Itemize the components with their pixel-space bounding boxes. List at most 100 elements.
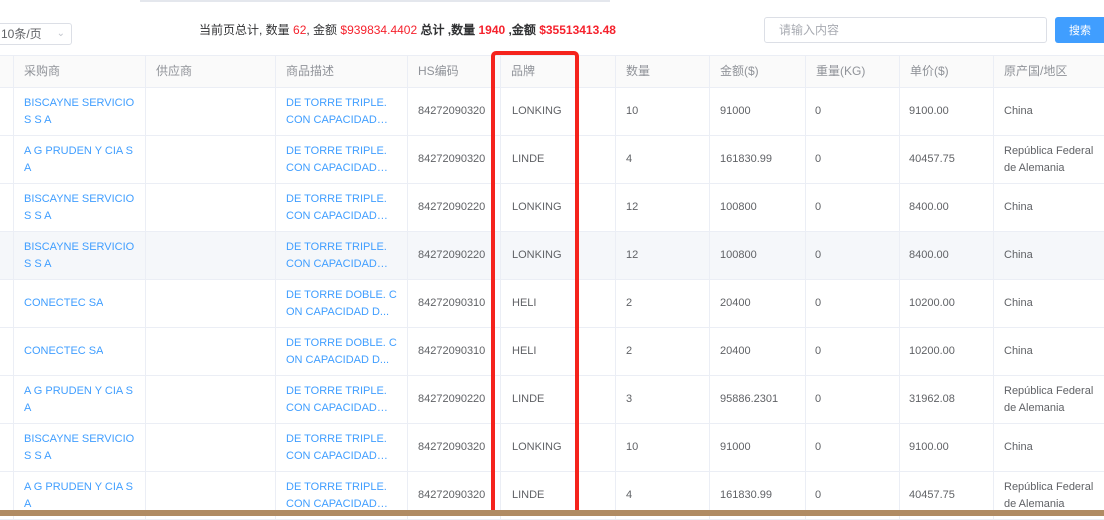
description-text[interactable]: DE TORRE TRIPLE. CON CAPACIDAD D...	[286, 431, 397, 465]
hs-code-cell: 84272090320	[408, 424, 501, 471]
buyer-link[interactable]: A G PRUDEN Y CIA S A	[14, 376, 146, 423]
results-table: 采购商 供应商 商品描述 HS编码 品牌 数量 金额($) 重量(KG) 单价(…	[0, 55, 1104, 520]
buyer-link[interactable]: BISCAYNE SERVICIOS S A	[14, 184, 146, 231]
table-header-row: 采购商 供应商 商品描述 HS编码 品牌 数量 金额($) 重量(KG) 单价(…	[0, 56, 1104, 88]
supplier-cell	[146, 376, 276, 423]
buyer-link[interactable]: CONECTEC SA	[14, 280, 146, 327]
buyer-text[interactable]: BISCAYNE SERVICIOS S A	[24, 191, 135, 225]
origin-cell: China	[1004, 249, 1033, 261]
header-brand[interactable]: 品牌	[501, 56, 616, 87]
amount-cell: 95886.2301	[710, 376, 806, 423]
description-link[interactable]: DE TORRE DOBLE. CON CAPACIDAD D...	[276, 328, 408, 375]
summary-page-qty: 62	[293, 23, 307, 37]
page-size-select[interactable]: 10条/页 ⌄	[0, 23, 72, 45]
description-text[interactable]: DE TORRE TRIPLE. CON CAPACIDAD D...	[286, 239, 397, 273]
search-input[interactable]	[764, 17, 1047, 43]
weight-cell: 0	[806, 184, 900, 231]
buyer-text[interactable]: A G PRUDEN Y CIA S A	[24, 479, 135, 513]
hs-code-cell: 84272090220	[408, 184, 501, 231]
description-link[interactable]: DE TORRE TRIPLE. CON CAPACIDAD D...	[276, 424, 408, 471]
weight-cell: 0	[806, 328, 900, 375]
description-text[interactable]: DE TORRE TRIPLE. CON CAPACIDAD D...	[286, 191, 397, 225]
header-amount[interactable]: 金额($)	[710, 56, 806, 87]
unit-price-cell: 31962.08	[900, 376, 994, 423]
header-weight[interactable]: 重量(KG)	[806, 56, 900, 87]
search-button[interactable]: 搜索	[1055, 17, 1104, 43]
hs-code-cell: 84272090320	[408, 88, 501, 135]
buyer-link[interactable]: CONECTEC SA	[14, 328, 146, 375]
header-unit-price[interactable]: 单价($)	[900, 56, 994, 87]
table-row: A G PRUDEN Y CIA S A DE TORRE TRIPLE. CO…	[0, 376, 1104, 424]
unit-price-cell: 10200.00	[900, 328, 994, 375]
description-text[interactable]: DE TORRE TRIPLE. CON CAPACIDAD D...	[286, 383, 397, 417]
description-link[interactable]: DE TORRE DOBLE. CON CAPACIDAD D...	[276, 280, 408, 327]
summary-total-qty: 1940	[478, 23, 506, 37]
buyer-text[interactable]: BISCAYNE SERVICIOS S A	[24, 431, 135, 465]
buyer-text[interactable]: A G PRUDEN Y CIA S A	[24, 383, 135, 417]
supplier-cell	[146, 136, 276, 183]
row-index-cell	[0, 184, 14, 231]
buyer-link[interactable]: BISCAYNE SERVICIOS S A	[14, 424, 146, 471]
summary-amount-label: , 金额	[306, 23, 341, 37]
header-description[interactable]: 商品描述	[276, 56, 408, 87]
table-row: BISCAYNE SERVICIOS S A DE TORRE TRIPLE. …	[0, 424, 1104, 472]
buyer-text[interactable]: BISCAYNE SERVICIOS S A	[24, 239, 135, 273]
quantity-cell: 12	[616, 184, 710, 231]
brand-cell: LINDE	[501, 136, 616, 183]
unit-price-cell: 8400.00	[900, 232, 994, 279]
origin-cell: China	[1004, 345, 1033, 357]
description-text[interactable]: DE TORRE DOBLE. CON CAPACIDAD D...	[286, 287, 397, 321]
origin-cell: China	[1004, 441, 1033, 453]
top-divider	[140, 0, 610, 2]
description-text[interactable]: DE TORRE DOBLE. CON CAPACIDAD D...	[286, 335, 397, 369]
row-index-cell	[0, 424, 14, 471]
hs-code-cell: 84272090220	[408, 376, 501, 423]
supplier-cell	[146, 424, 276, 471]
buyer-text[interactable]: CONECTEC SA	[24, 295, 103, 312]
buyer-link[interactable]: BISCAYNE SERVICIOS S A	[14, 232, 146, 279]
unit-price-cell: 8400.00	[900, 184, 994, 231]
header-hs-code[interactable]: HS编码	[408, 56, 501, 87]
table-row: BISCAYNE SERVICIOS S A DE TORRE TRIPLE. …	[0, 88, 1104, 136]
header-buyer[interactable]: 采购商	[14, 56, 146, 87]
header-origin[interactable]: 原产国/地区	[994, 56, 1104, 87]
description-text[interactable]: DE TORRE TRIPLE. CON CAPACIDAD D...	[286, 95, 397, 129]
supplier-cell	[146, 88, 276, 135]
amount-cell: 91000	[710, 88, 806, 135]
chevron-down-icon: ⌄	[56, 28, 65, 39]
amount-cell: 161830.99	[710, 136, 806, 183]
row-index-cell	[0, 376, 14, 423]
header-cell-index	[0, 56, 14, 87]
description-link[interactable]: DE TORRE TRIPLE. CON CAPACIDAD D...	[276, 88, 408, 135]
buyer-link[interactable]: BISCAYNE SERVICIOS S A	[14, 88, 146, 135]
description-link[interactable]: DE TORRE TRIPLE. CON CAPACIDAD D...	[276, 136, 408, 183]
origin-cell: China	[1004, 201, 1033, 213]
summary-total-label: 总计 ,数量	[417, 23, 479, 37]
description-link[interactable]: DE TORRE TRIPLE. CON CAPACIDAD D...	[276, 376, 408, 423]
description-text[interactable]: DE TORRE TRIPLE. CON CAPACIDAD D...	[286, 479, 397, 513]
description-text[interactable]: DE TORRE TRIPLE. CON CAPACIDAD D...	[286, 143, 397, 177]
amount-cell: 20400	[710, 328, 806, 375]
weight-cell: 0	[806, 232, 900, 279]
summary-page-amount: $939834.4402	[340, 23, 418, 37]
hs-code-cell: 84272090220	[408, 232, 501, 279]
quantity-cell: 2	[616, 280, 710, 327]
description-link[interactable]: DE TORRE TRIPLE. CON CAPACIDAD D...	[276, 232, 408, 279]
buyer-text[interactable]: CONECTEC SA	[24, 343, 103, 360]
header-supplier[interactable]: 供应商	[146, 56, 276, 87]
origin-cell: China	[1004, 297, 1033, 309]
brand-cell: LONKING	[501, 232, 616, 279]
brand-cell: LINDE	[501, 376, 616, 423]
hs-code-cell: 84272090310	[408, 280, 501, 327]
table-row: CONECTEC SA DE TORRE DOBLE. CON CAPACIDA…	[0, 328, 1104, 376]
quantity-cell: 4	[616, 136, 710, 183]
buyer-text[interactable]: A G PRUDEN Y CIA S A	[24, 143, 135, 177]
brand-cell: HELI	[501, 328, 616, 375]
header-quantity[interactable]: 数量	[616, 56, 710, 87]
table-row: BISCAYNE SERVICIOS S A DE TORRE TRIPLE. …	[0, 184, 1104, 232]
buyer-link[interactable]: A G PRUDEN Y CIA S A	[14, 136, 146, 183]
quantity-cell: 10	[616, 424, 710, 471]
description-link[interactable]: DE TORRE TRIPLE. CON CAPACIDAD D...	[276, 184, 408, 231]
amount-cell: 91000	[710, 424, 806, 471]
buyer-text[interactable]: BISCAYNE SERVICIOS S A	[24, 95, 135, 129]
